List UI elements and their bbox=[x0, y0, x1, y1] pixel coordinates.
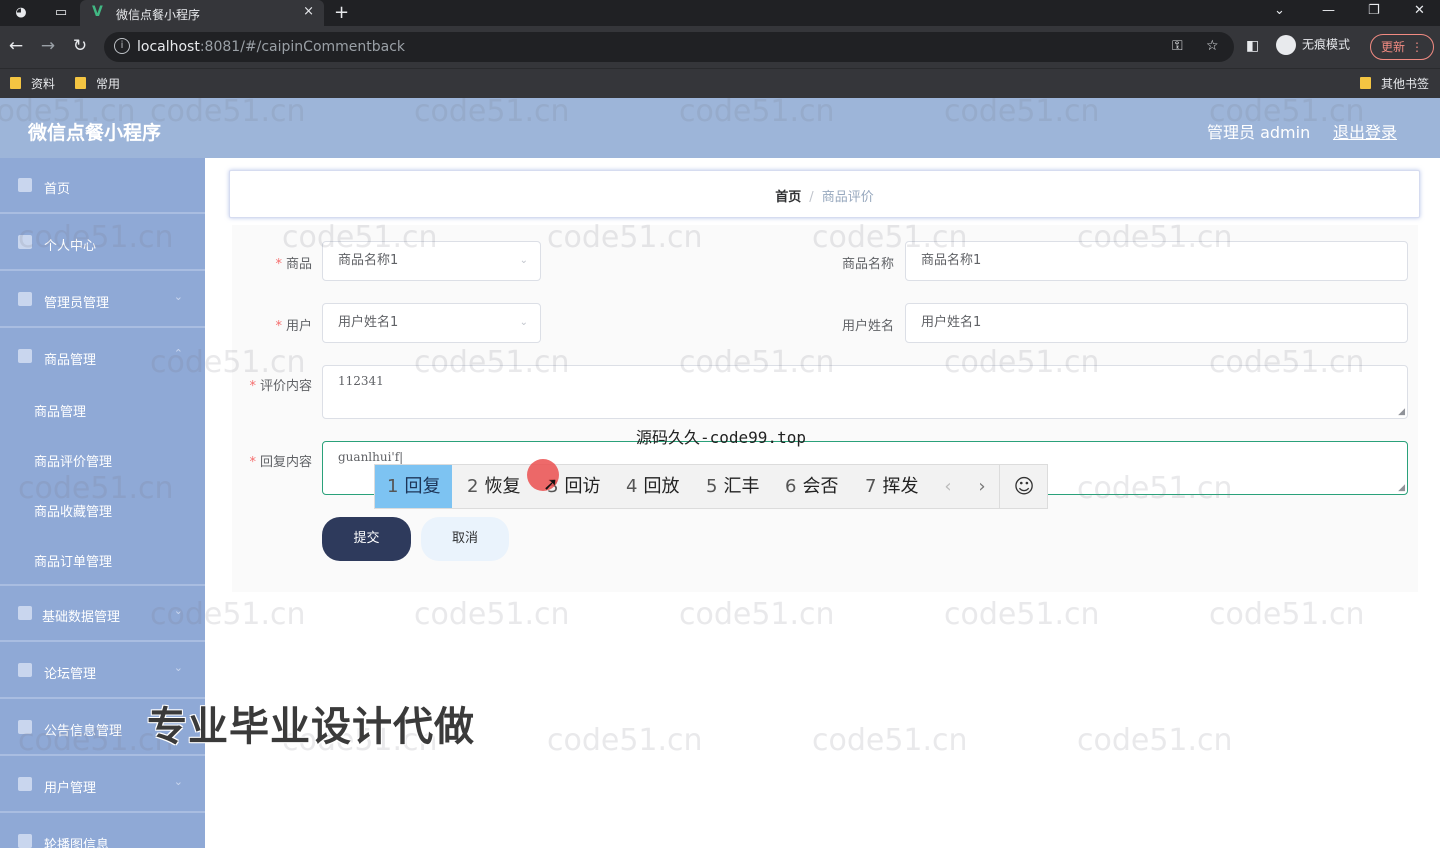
folder-icon bbox=[75, 77, 86, 89]
user-name-field[interactable]: 用户姓名1 bbox=[905, 303, 1408, 343]
site-info-icon[interactable]: i bbox=[114, 38, 130, 54]
chevron-down-icon: ⌄ bbox=[519, 317, 528, 328]
user-label: * 用户 bbox=[275, 319, 312, 334]
minimize-icon[interactable]: — bbox=[1322, 3, 1335, 18]
tab-list-icon[interactable]: ⌄ bbox=[1274, 3, 1285, 18]
admin-label: 管理员 admin bbox=[1207, 123, 1311, 142]
submenu-item-product-comment[interactable]: 商品评价管理 bbox=[0, 435, 205, 485]
product-label: * 商品 bbox=[275, 257, 312, 272]
sidebar-toggle-icon[interactable]: ◧ bbox=[1246, 38, 1259, 54]
breadcrumb-home[interactable]: 首页 bbox=[775, 190, 801, 205]
sidebar-item-users[interactable]: 用户管理 ⌄ bbox=[0, 757, 205, 813]
breadcrumb-separator: / bbox=[809, 190, 814, 205]
tab-search-icon[interactable]: ▭ bbox=[52, 4, 70, 22]
resize-handle-icon[interactable]: ◢ bbox=[1398, 483, 1405, 493]
breadcrumb: 首页 / 商品评价 bbox=[229, 170, 1420, 218]
chevron-down-icon: ⌄ bbox=[173, 604, 183, 617]
chevron-down-icon: ⌄ bbox=[173, 661, 183, 674]
user-name-label: 用户姓名 bbox=[841, 319, 894, 334]
sidebar-item-product-manage[interactable]: 商品管理 ⌃ bbox=[0, 329, 205, 385]
users-icon bbox=[18, 777, 32, 791]
incognito-icon bbox=[1276, 35, 1296, 55]
other-bookmarks[interactable]: 其他书签 bbox=[1360, 75, 1429, 92]
chevron-up-icon: ⌃ bbox=[173, 347, 183, 360]
reload-icon[interactable]: ↻ bbox=[70, 36, 90, 56]
breadcrumb-current: 商品评价 bbox=[821, 190, 874, 205]
ime-candidate-1[interactable]: 1 回复 bbox=[375, 465, 453, 508]
new-tab-icon[interactable]: + bbox=[334, 2, 349, 23]
key-icon[interactable]: ⚿ bbox=[1172, 38, 1183, 54]
submenu-item-product-favorite[interactable]: 商品收藏管理 bbox=[0, 485, 205, 535]
promo-overlay-text: 专业毕业设计代做 bbox=[147, 704, 475, 750]
product-select[interactable]: 商品名称1 ⌄ bbox=[322, 241, 541, 281]
ime-candidate-bar: 1回复 2恢复 3回访 4回放 5汇丰 6会否 7挥发 ‹ › ☺ bbox=[374, 464, 1048, 509]
user-select[interactable]: 用户姓名1 ⌄ bbox=[322, 303, 541, 343]
bookmarks-bar: 资料 常用 其他书签 bbox=[0, 68, 1440, 98]
notice-icon bbox=[18, 720, 32, 734]
ime-candidate-2[interactable]: 2 恢复 bbox=[455, 465, 532, 508]
bookmark-folder-ziliao[interactable]: 资料 bbox=[10, 75, 55, 92]
chevron-down-icon: ⌄ bbox=[519, 255, 528, 266]
chevron-down-icon: ⌄ bbox=[173, 290, 183, 303]
forum-icon bbox=[18, 663, 32, 677]
ime-prev-icon[interactable]: ‹ bbox=[933, 465, 963, 508]
ime-candidate-5[interactable]: 5 汇丰 bbox=[694, 465, 771, 508]
data-icon bbox=[18, 606, 32, 620]
sidebar-item-base-data[interactable]: 基础数据管理 ⌄ bbox=[0, 586, 205, 642]
home-icon bbox=[18, 178, 32, 192]
address-bar[interactable]: i localhost:8081/#/caipinCommentback ⚿ ☆ bbox=[104, 32, 1234, 62]
sidebar-item-home[interactable]: 首页 bbox=[0, 158, 205, 214]
vue-favicon-icon: V bbox=[92, 4, 103, 20]
tab-close-icon[interactable]: × bbox=[303, 4, 314, 19]
product-name-label: 商品名称 bbox=[841, 257, 894, 272]
ime-candidate-4[interactable]: 4 回放 bbox=[614, 465, 691, 508]
update-button[interactable]: 更新 ⋮ bbox=[1370, 34, 1434, 60]
mouse-cursor-icon: ➚ bbox=[543, 474, 559, 495]
ime-candidate-7[interactable]: 7 挥发 bbox=[853, 465, 930, 508]
ime-candidate-6[interactable]: 6 会否 bbox=[773, 465, 850, 508]
product-name-field[interactable]: 商品名称1 bbox=[905, 241, 1408, 281]
folder-icon bbox=[1360, 77, 1371, 89]
comment-label: * 评价内容 bbox=[249, 379, 312, 394]
resize-handle-icon[interactable]: ◢ bbox=[1398, 407, 1405, 417]
forward-icon[interactable]: → bbox=[38, 36, 58, 56]
pie-icon bbox=[18, 349, 32, 363]
more-vert-icon: ⋮ bbox=[1411, 40, 1423, 54]
user-icon bbox=[18, 235, 32, 249]
chart-icon bbox=[18, 292, 32, 306]
submenu-item-product[interactable]: 商品管理 bbox=[0, 385, 205, 435]
browser-toolbar: ← → ↻ i localhost:8081/#/caipinCommentba… bbox=[0, 26, 1440, 68]
close-window-icon[interactable]: ✕ bbox=[1414, 3, 1425, 18]
source-watermark-text: 源码久久-code99.top bbox=[636, 428, 806, 447]
chevron-down-icon: ⌄ bbox=[173, 775, 183, 788]
bookmark-star-icon[interactable]: ☆ bbox=[1206, 38, 1219, 54]
browser-tab-bar: ◕ ▭ V 微信点餐小程序 × + ⌄ — ❐ ✕ bbox=[0, 0, 1440, 26]
app-title: 微信点餐小程序 bbox=[28, 122, 162, 144]
url-text[interactable]: localhost:8081/#/caipinCommentback bbox=[137, 39, 405, 55]
sidebar-item-forum[interactable]: 论坛管理 ⌄ bbox=[0, 643, 205, 699]
image-icon bbox=[18, 834, 32, 848]
submit-button[interactable]: 提交 bbox=[322, 517, 411, 561]
cancel-button[interactable]: 取消 bbox=[421, 517, 509, 561]
comment-textarea[interactable]: 112341 ◢ bbox=[322, 365, 1408, 419]
sidebar-item-admin-manage[interactable]: 管理员管理 ⌄ bbox=[0, 272, 205, 328]
ime-emoji-icon[interactable]: ☺ bbox=[999, 465, 1048, 508]
back-icon[interactable]: ← bbox=[6, 36, 26, 56]
bookmark-folder-changyong[interactable]: 常用 bbox=[75, 75, 120, 92]
restore-icon[interactable]: ❐ bbox=[1368, 3, 1380, 18]
reply-label: * 回复内容 bbox=[249, 455, 312, 470]
sidebar-item-profile[interactable]: 个人中心 bbox=[0, 215, 205, 271]
logout-link[interactable]: 退出登录 bbox=[1333, 119, 1397, 143]
app-header: 微信点餐小程序 管理员 admin 退出登录 bbox=[0, 98, 1440, 158]
sidebar-item-carousel[interactable]: 轮播图信息 bbox=[0, 814, 205, 848]
tab-title: 微信点餐小程序 bbox=[116, 8, 201, 22]
browser-menu-icon[interactable]: ◕ bbox=[12, 4, 30, 22]
browser-tab[interactable]: V 微信点餐小程序 × bbox=[80, 0, 324, 26]
submenu-item-product-order[interactable]: 商品订单管理 bbox=[0, 535, 205, 586]
incognito-indicator[interactable]: 无痕模式 bbox=[1276, 35, 1350, 55]
ime-next-icon[interactable]: › bbox=[967, 465, 997, 508]
folder-icon bbox=[10, 77, 21, 89]
